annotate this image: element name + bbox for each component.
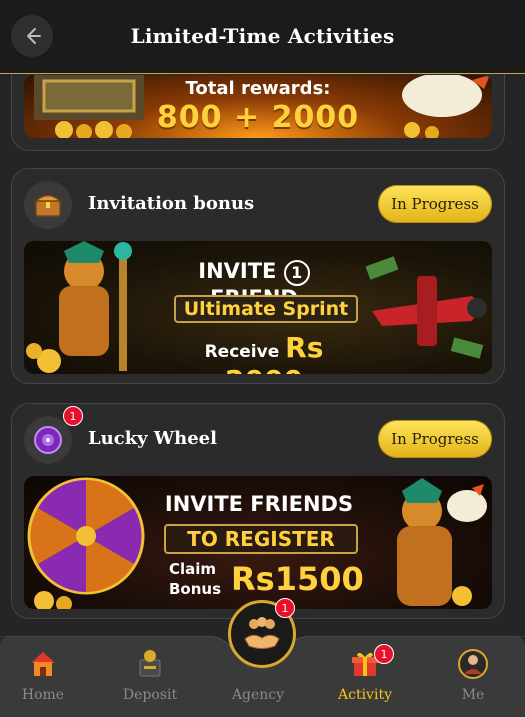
warrior-rooster-illustration bbox=[397, 478, 487, 606]
activities-list[interactable]: Total rewards: 800 + 2000 Invitation bon… bbox=[0, 74, 525, 640]
banner-receive-word: Receive bbox=[204, 342, 280, 362]
tab-label: Deposit bbox=[122, 687, 178, 703]
activity-card-lucky-wheel[interactable]: Lucky Wheel In Progress 1 INVITE FRIENDS… bbox=[11, 403, 505, 619]
avatar-icon bbox=[458, 649, 488, 679]
activity-title: Invitation bonus bbox=[88, 193, 255, 214]
airplane-illustration bbox=[365, 256, 487, 359]
lucky-wheel-icon-wrap bbox=[24, 416, 72, 464]
in-progress-button[interactable]: In Progress bbox=[378, 420, 492, 458]
banner-claim-word: Claim bbox=[169, 560, 217, 578]
activity-banner-total-rewards[interactable]: Total rewards: 800 + 2000 bbox=[24, 75, 492, 138]
banner-line2: Ultimate Sprint bbox=[174, 295, 358, 323]
activity-banner-invitation[interactable]: INVITE 1 FRIEND Ultimate Sprint Receive … bbox=[24, 241, 492, 374]
treasure-chest-icon bbox=[34, 194, 62, 217]
deposit-icon bbox=[139, 650, 161, 677]
total-rewards-value: 800 + 2000 bbox=[156, 100, 360, 135]
tab-label: Home bbox=[21, 687, 65, 703]
banner-reward-amount: Rs1500 bbox=[231, 560, 364, 598]
banner-line3: Claim Bonus Rs1500 bbox=[169, 560, 369, 604]
lucky-wheel-icon bbox=[34, 426, 62, 454]
top-bar: Limited-Time Activities bbox=[0, 0, 525, 74]
banner-invite-word: INVITE bbox=[198, 259, 277, 283]
page-title: Limited-Time Activities bbox=[130, 24, 395, 48]
tab-activity[interactable]: 1 Activity bbox=[322, 636, 408, 717]
activity-card-invitation-bonus[interactable]: Invitation bonus In Progress INVITE 1 Ul… bbox=[11, 168, 505, 384]
activity-title: Lucky Wheel bbox=[88, 428, 217, 449]
tab-home[interactable]: Home bbox=[0, 636, 86, 717]
notification-badge: 1 bbox=[374, 644, 394, 664]
tab-label: Agency bbox=[231, 687, 285, 703]
total-rewards-label: Total rewards: bbox=[185, 78, 331, 99]
banner-line3: Receive Rs 2000 bbox=[164, 331, 364, 374]
notification-badge: 1 bbox=[63, 406, 83, 426]
prize-wheel-illustration bbox=[27, 477, 145, 609]
tab-label: Activity bbox=[338, 687, 392, 703]
warrior-illustration bbox=[26, 241, 132, 373]
tab-deposit[interactable]: Deposit bbox=[107, 636, 193, 717]
invitation-icon-wrap bbox=[24, 181, 72, 229]
tab-me[interactable]: Me bbox=[430, 636, 516, 717]
notification-badge: 1 bbox=[275, 598, 295, 618]
tab-label: Me bbox=[461, 687, 485, 703]
banner-line1: INVITE FRIENDS bbox=[164, 492, 354, 516]
in-progress-button[interactable]: In Progress bbox=[378, 185, 492, 223]
handshake-icon bbox=[244, 617, 280, 649]
activity-banner-lucky-wheel[interactable]: INVITE FRIENDS TO REGISTER Claim Bonus R… bbox=[24, 476, 492, 609]
activity-card-total-rewards[interactable]: Total rewards: 800 + 2000 bbox=[11, 74, 505, 151]
banner-line2: TO REGISTER bbox=[164, 524, 358, 554]
banner-bonus-word: Bonus bbox=[169, 580, 222, 598]
banner-number-circle: 1 bbox=[283, 260, 310, 286]
home-icon bbox=[31, 652, 55, 676]
